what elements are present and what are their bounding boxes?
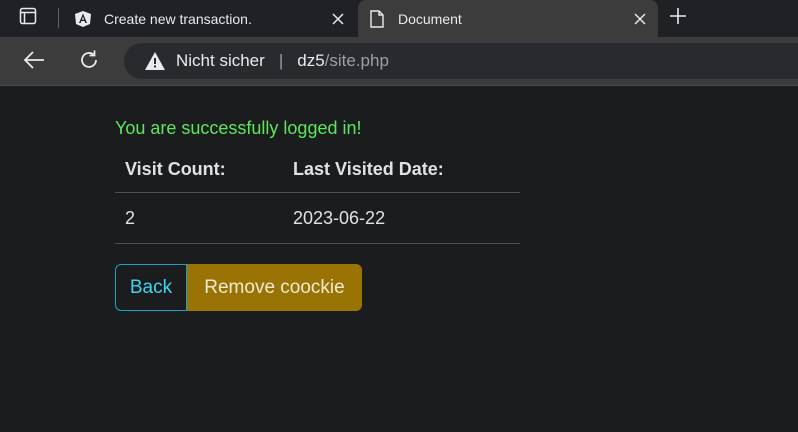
tab-title: Create new transaction. <box>104 10 252 27</box>
address-bar[interactable]: Nicht sicher | dz5/site.php <box>124 43 798 79</box>
remove-cookie-button[interactable]: Remove coockie <box>187 264 362 311</box>
arrow-left-icon <box>22 50 46 75</box>
visit-table: Visit Count: Last Visited Date: 2 2023-0… <box>115 146 520 244</box>
tab-actions-button[interactable] <box>8 6 48 30</box>
plus-icon <box>669 7 687 30</box>
reload-icon <box>78 49 100 76</box>
security-status: Nicht sicher <box>176 51 265 70</box>
tab-close-icon[interactable] <box>328 9 348 29</box>
new-tab-button[interactable] <box>666 6 690 30</box>
document-icon <box>368 9 386 28</box>
table-row: 2 2023-06-22 <box>115 192 520 244</box>
last-visited-cell: 2023-06-22 <box>283 192 520 244</box>
column-header: Last Visited Date: <box>283 146 520 193</box>
tab-close-icon[interactable] <box>630 9 650 29</box>
success-message: You are successfully logged in! <box>115 118 362 138</box>
warning-icon[interactable] <box>144 51 166 71</box>
button-group: Back Remove coockie <box>115 264 362 311</box>
address-separator: | <box>278 51 284 70</box>
tab-create-transaction[interactable]: Create new transaction. <box>64 0 356 37</box>
table-header-row: Visit Count: Last Visited Date: <box>115 146 520 193</box>
tab-actions-icon <box>19 7 37 30</box>
url-path: /site.php <box>324 51 389 70</box>
page-content: You are successfully logged in! Visit Co… <box>0 86 798 432</box>
reload-button[interactable] <box>76 49 102 75</box>
back-button[interactable] <box>21 49 47 75</box>
browser-toolbar: Nicht sicher | dz5/site.php <box>0 37 798 86</box>
tab-title: Document <box>398 10 462 27</box>
tab-document[interactable]: Document <box>358 0 658 37</box>
url-host: dz5 <box>297 51 325 70</box>
back-link-button[interactable]: Back <box>115 264 187 311</box>
tab-strip: Create new transaction. Document <box>0 0 798 37</box>
tab-separator <box>58 8 59 28</box>
column-header: Visit Count: <box>115 146 283 193</box>
angular-icon <box>74 10 92 28</box>
visit-count-cell: 2 <box>115 192 283 244</box>
